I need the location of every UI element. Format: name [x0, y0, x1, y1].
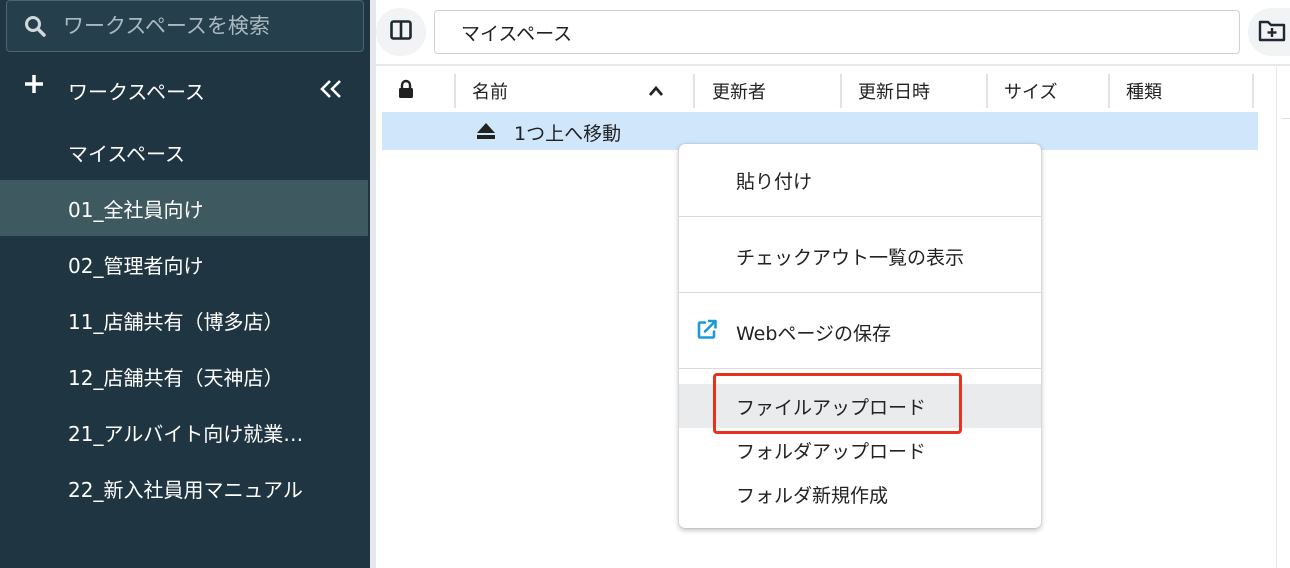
- sidebar-item-tenjin-store[interactable]: 12_店舗共有（天神店）: [0, 348, 368, 404]
- column-separator[interactable]: [693, 74, 695, 108]
- menu-item-label: チェックアウト一覧の表示: [736, 246, 965, 269]
- column-separator[interactable]: [986, 74, 988, 108]
- sort-ascending-icon[interactable]: [648, 70, 664, 112]
- collapse-sidebar-icon[interactable]: [318, 78, 344, 104]
- menu-item-folder-upload[interactable]: フォルダアップロード: [679, 428, 1041, 472]
- panel-layout-icon: [390, 20, 412, 44]
- menu-item-file-upload[interactable]: ファイルアップロード: [679, 384, 1041, 428]
- column-header-size[interactable]: サイズ: [1004, 70, 1057, 112]
- sidebar-splitter[interactable]: [370, 0, 376, 568]
- column-header-label: サイズ: [1004, 82, 1058, 103]
- column-header-label: 名前: [472, 82, 508, 103]
- column-separator[interactable]: [454, 74, 456, 108]
- column-header-label: 更新者: [712, 82, 766, 103]
- column-header-type[interactable]: 種類: [1126, 70, 1162, 112]
- menu-item-checkout-list[interactable]: チェックアウト一覧の表示: [679, 228, 1041, 284]
- right-panel-border: [1276, 66, 1277, 568]
- right-panel-divider: [1282, 118, 1290, 119]
- column-header-modified-by[interactable]: 更新者: [712, 70, 766, 112]
- workspace-header-label: ワークスペース: [68, 80, 205, 104]
- workspace-search-box[interactable]: [6, 0, 364, 52]
- sidebar-item-label: 11_店舗共有（博多店）: [68, 309, 284, 334]
- eject-up-icon: [476, 122, 496, 144]
- sidebar-item-hakata-store[interactable]: 11_店舗共有（博多店）: [0, 292, 368, 348]
- panel-toggle-button[interactable]: [376, 8, 426, 56]
- sidebar-item-all-staff[interactable]: 01_全社員向け: [0, 180, 368, 236]
- current-path-field[interactable]: マイスペース: [434, 10, 1240, 54]
- menu-item-label: ファイルアップロード: [736, 396, 927, 419]
- menu-item-save-webpage[interactable]: Webページの保存: [679, 304, 1041, 360]
- sidebar-item-managers[interactable]: 02_管理者向け: [0, 236, 368, 292]
- workspace-header: ワークスペース: [0, 64, 370, 114]
- new-folder-button[interactable]: [1248, 8, 1290, 56]
- sidebar-item-myspace[interactable]: マイスペース: [0, 124, 368, 180]
- column-header-label: 更新日時: [858, 82, 930, 103]
- column-separator[interactable]: [840, 74, 842, 108]
- column-header-modified-at[interactable]: 更新日時: [858, 70, 930, 112]
- folder-plus-icon: [1258, 18, 1286, 46]
- workspace-search-input[interactable]: [63, 14, 353, 38]
- menu-divider: [679, 292, 1041, 293]
- sidebar-item-label: 22_新入社員用マニュアル: [68, 477, 303, 502]
- menu-item-label: 貼り付け: [736, 170, 813, 193]
- menu-item-new-folder[interactable]: フォルダ新規作成: [679, 472, 1041, 516]
- sidebar-item-label: 12_店舗共有（天神店）: [68, 365, 284, 390]
- column-separator[interactable]: [1252, 74, 1254, 108]
- menu-item-label: フォルダ新規作成: [736, 484, 889, 507]
- toolbar-divider: [376, 64, 1290, 66]
- column-header-name[interactable]: 名前: [472, 70, 508, 112]
- lock-column-header[interactable]: [398, 70, 414, 112]
- sidebar-item-part-time[interactable]: 21_アルバイト向け就業…: [0, 404, 368, 460]
- external-link-icon: [696, 319, 718, 346]
- menu-divider: [679, 216, 1041, 217]
- search-icon: [7, 14, 63, 38]
- sidebar-item-label: 21_アルバイト向け就業…: [68, 421, 304, 446]
- context-menu: 貼り付け チェックアウト一覧の表示 Webページの保存 ファイルアップロード フ…: [679, 144, 1041, 528]
- go-up-label: 1つ上へ移動: [514, 123, 622, 145]
- sidebar: ワークスペース マイスペース 01_全社員向け 02_管理者向け 11_店舗共有…: [0, 0, 370, 568]
- add-workspace-icon[interactable]: [22, 72, 46, 100]
- column-header-label: 種類: [1126, 82, 1162, 103]
- menu-item-label: フォルダアップロード: [736, 440, 927, 463]
- column-separator[interactable]: [1108, 74, 1110, 108]
- table-header: 名前 更新者 更新日時 サイズ 種類: [382, 70, 1258, 112]
- sidebar-item-new-hire-manual[interactable]: 22_新入社員用マニュアル: [0, 460, 368, 516]
- menu-divider: [679, 368, 1041, 369]
- menu-item-label: Webページの保存: [736, 322, 892, 345]
- sidebar-item-label: 02_管理者向け: [68, 253, 204, 278]
- sidebar-item-label: 01_全社員向け: [68, 197, 204, 222]
- menu-item-paste[interactable]: 貼り付け: [679, 152, 1041, 208]
- current-path-text: マイスペース: [461, 22, 573, 45]
- sidebar-item-label: マイスペース: [68, 141, 185, 166]
- lock-icon: [398, 79, 414, 104]
